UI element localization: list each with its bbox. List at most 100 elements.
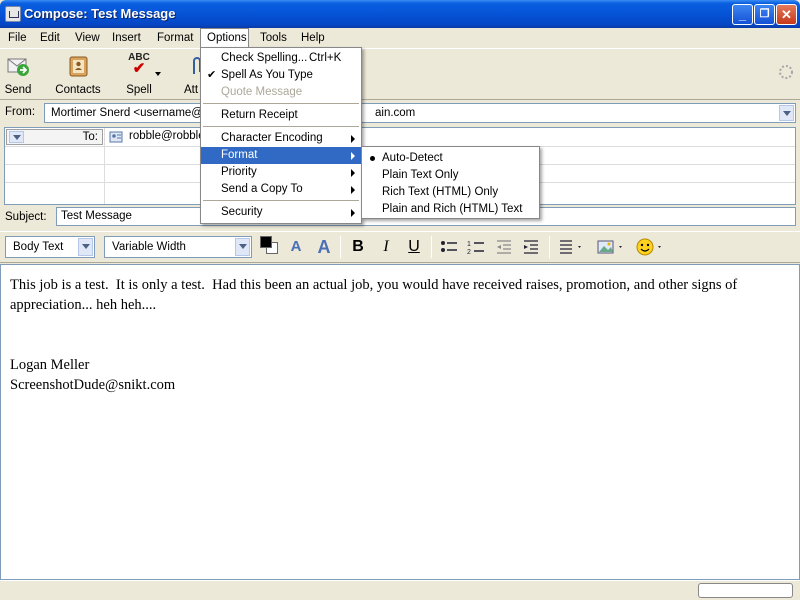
indent-icon[interactable]	[522, 238, 540, 256]
menu-insert[interactable]: Insert	[111, 30, 142, 46]
minimize-button[interactable]: _	[732, 4, 753, 25]
spell-check-icon: ABC ✔	[128, 52, 150, 77]
quote-message-label: Quote Message	[221, 86, 303, 98]
spell-as-you-type-label: Spell As You Type	[221, 69, 313, 81]
recipient-type-dropdown-icon	[9, 131, 24, 143]
submenu-arrow-icon	[351, 169, 355, 177]
contacts-label: Contacts	[55, 84, 101, 96]
auto-detect-label: Auto-Detect	[382, 152, 443, 164]
contacts-button[interactable]: Contacts	[54, 52, 102, 96]
paragraph-style-dropdown-icon[interactable]	[78, 238, 93, 256]
to-recipient-input[interactable]: robble@robble	[129, 130, 205, 142]
recipient-type-select[interactable]: To:	[6, 129, 103, 145]
from-select[interactable]: Mortimer Snerd <username@d ain.com	[44, 103, 796, 123]
format-label: Format	[221, 149, 258, 161]
body-blank-lines	[10, 315, 790, 355]
menu-help[interactable]: Help	[300, 30, 326, 46]
submenu-arrow-icon	[351, 152, 355, 160]
from-dropdown-icon[interactable]	[779, 105, 794, 121]
font-value: Variable Width	[112, 241, 186, 253]
larger-font-icon[interactable]: A	[313, 236, 335, 258]
main-toolbar	[0, 48, 800, 100]
toolbar-separator	[549, 236, 550, 258]
menu-item-spell-as-you-type[interactable]: ✔ Spell As You Type	[201, 67, 361, 84]
menu-item-return-receipt[interactable]: Return Receipt	[201, 107, 361, 124]
options-menu: Check Spelling... Ctrl+K ✔ Spell As You …	[200, 47, 362, 224]
send-label: Send	[4, 84, 32, 96]
check-spelling-label: Check Spelling...	[221, 52, 308, 64]
toolbar-separator	[431, 236, 432, 258]
window-title: Compose: Test Message	[24, 6, 176, 21]
priority-label: Priority	[221, 166, 257, 178]
outdent-icon[interactable]	[495, 238, 513, 256]
menu-item-format[interactable]: Format	[201, 147, 361, 164]
bullet-list-icon[interactable]	[440, 238, 458, 256]
menu-tools[interactable]: Tools	[259, 30, 288, 46]
plain-and-rich-label: Plain and Rich (HTML) Text	[382, 203, 523, 215]
to-label: To:	[82, 131, 98, 143]
menu-file[interactable]: File	[7, 30, 28, 46]
status-bar	[0, 580, 800, 600]
menu-separator	[203, 103, 359, 104]
body-paragraph: This job is a test. It is only a test. H…	[10, 277, 741, 313]
message-body-editor[interactable]: This job is a test. It is only a test. H…	[0, 264, 800, 580]
numbered-list-icon[interactable]: 1 2	[467, 238, 485, 256]
submenu-item-plain-text-only[interactable]: Plain Text Only	[362, 167, 539, 184]
font-dropdown-icon[interactable]	[235, 238, 250, 256]
submenu-item-plain-and-rich[interactable]: Plain and Rich (HTML) Text	[362, 201, 539, 218]
menu-view[interactable]: View	[74, 30, 101, 46]
svg-text:2: 2	[467, 249, 471, 256]
menu-item-check-spelling[interactable]: Check Spelling... Ctrl+K	[201, 50, 361, 67]
from-value: Mortimer Snerd <username@d	[51, 107, 210, 119]
return-receipt-label: Return Receipt	[221, 109, 298, 121]
send-icon	[7, 58, 29, 76]
check-spelling-shortcut: Ctrl+K	[309, 52, 342, 64]
toolbar-separator	[340, 236, 341, 258]
menu-item-security[interactable]: Security	[201, 204, 361, 221]
maximize-button[interactable]: ❐	[754, 4, 775, 25]
submenu-arrow-icon	[351, 186, 355, 194]
submenu-arrow-icon	[351, 135, 355, 143]
address-book-icon	[69, 56, 88, 77]
menu-item-quote-message: Quote Message	[201, 84, 361, 101]
app-icon	[5, 6, 21, 22]
spell-dropdown-arrow-icon[interactable]	[155, 72, 161, 76]
plain-text-only-label: Plain Text Only	[382, 169, 459, 181]
signature-email: ScreenshotDude@snikt.com	[10, 377, 176, 393]
status-progress-panel	[698, 583, 793, 598]
menu-separator	[203, 126, 359, 127]
align-icon[interactable]	[558, 238, 584, 256]
menu-item-character-encoding[interactable]: Character Encoding	[201, 130, 361, 147]
menu-options[interactable]: Options	[206, 30, 248, 46]
menu-edit[interactable]: Edit	[39, 30, 61, 46]
menu-item-priority[interactable]: Priority	[201, 164, 361, 181]
italic-button[interactable]: I	[375, 236, 397, 258]
send-button[interactable]: Send	[2, 52, 34, 96]
signature-name: Logan Meller	[10, 357, 90, 373]
insert-image-icon[interactable]	[596, 238, 626, 256]
smiley-icon[interactable]	[635, 237, 665, 257]
throbber-icon	[779, 65, 793, 79]
spell-button[interactable]: ABC ✔ Spell	[124, 52, 154, 96]
bold-button[interactable]: B	[347, 236, 369, 258]
subject-label: Subject:	[5, 211, 47, 223]
radio-selected-icon	[370, 156, 375, 161]
submenu-item-auto-detect[interactable]: Auto-Detect	[362, 150, 539, 167]
text-color-swatch-front[interactable]	[260, 236, 272, 248]
font-select[interactable]: Variable Width	[104, 236, 252, 258]
from-value-tail: ain.com	[375, 107, 416, 119]
send-copy-to-label: Send a Copy To	[221, 183, 303, 195]
menu-item-send-copy-to[interactable]: Send a Copy To	[201, 181, 361, 198]
security-label: Security	[221, 206, 263, 218]
menu-format[interactable]: Format	[156, 30, 194, 46]
smaller-font-icon[interactable]: A	[286, 236, 306, 258]
paragraph-style-select[interactable]: Body Text	[5, 236, 95, 258]
submenu-arrow-icon	[351, 209, 355, 217]
submenu-item-rich-text-only[interactable]: Rich Text (HTML) Only	[362, 184, 539, 201]
close-button[interactable]: ✕	[776, 4, 797, 25]
contact-card-icon	[109, 131, 123, 143]
underline-button[interactable]: U	[403, 236, 425, 258]
from-label: From:	[5, 106, 36, 118]
spell-label: Spell	[126, 84, 152, 96]
menu-separator	[203, 200, 359, 201]
